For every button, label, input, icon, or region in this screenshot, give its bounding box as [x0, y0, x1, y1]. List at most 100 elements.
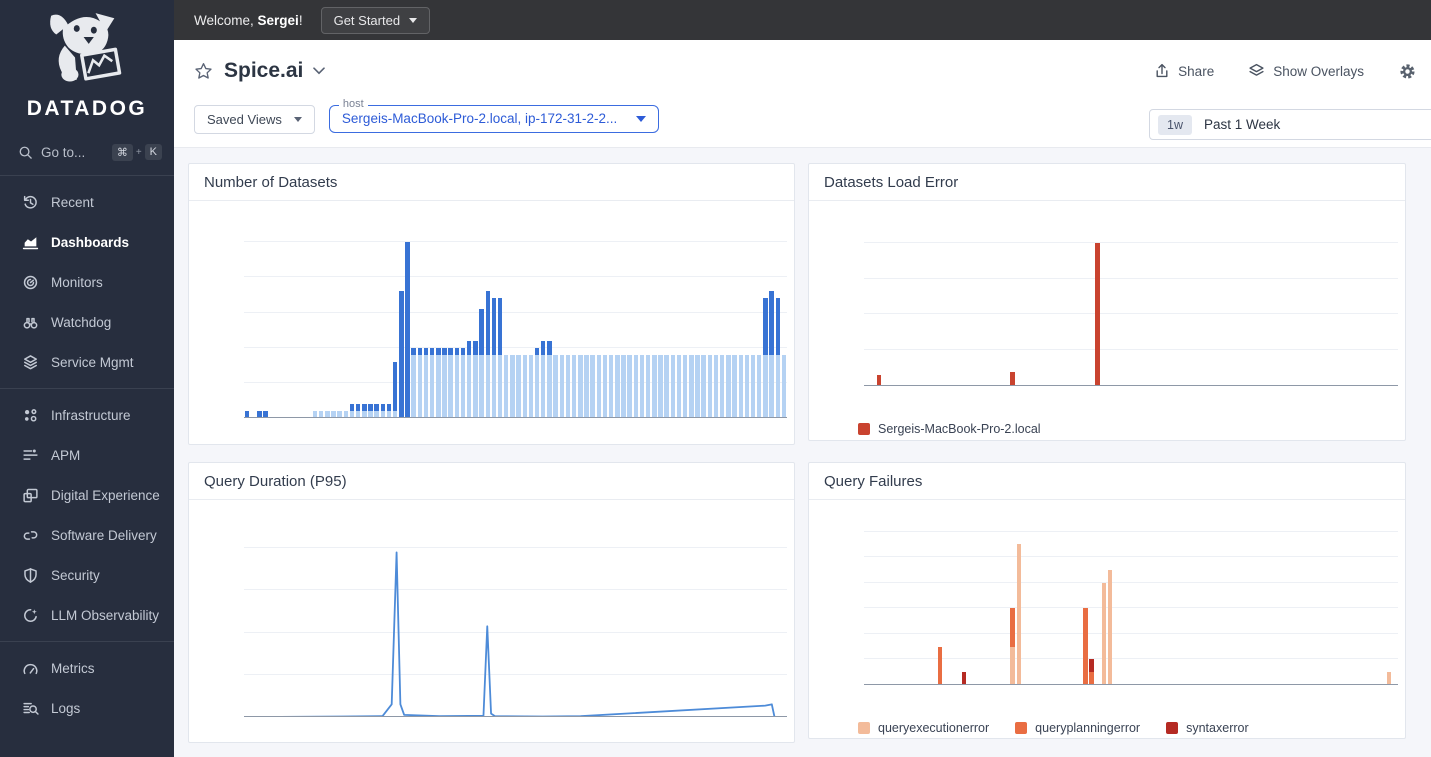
chart-bar[interactable] — [547, 354, 552, 418]
chart-bar[interactable] — [516, 354, 521, 418]
sidebar-item-dashboards[interactable]: Dashboards — [0, 222, 174, 262]
chart-bar[interactable] — [485, 354, 490, 418]
datadog-logo[interactable]: DATADOG — [0, 0, 174, 123]
chart-bar[interactable] — [417, 347, 423, 355]
chart-bar[interactable] — [460, 354, 466, 418]
chart-bar[interactable] — [436, 347, 441, 355]
chart-bar[interactable] — [386, 403, 392, 411]
chart-bar[interactable] — [1010, 608, 1015, 647]
chart-bar[interactable] — [738, 354, 743, 418]
get-started-button[interactable]: Get Started — [320, 6, 431, 34]
chart-bar[interactable] — [411, 347, 416, 355]
chart-bar[interactable] — [454, 347, 460, 355]
chart-bar[interactable] — [1010, 371, 1015, 386]
chart-bar[interactable] — [467, 354, 472, 418]
chart-bar[interactable] — [1010, 646, 1015, 685]
chart-bar[interactable] — [442, 354, 447, 418]
time-range-picker[interactable]: 1w Past 1 Week — [1149, 109, 1431, 140]
chart-bar[interactable] — [448, 354, 453, 418]
chart-bar[interactable] — [769, 291, 774, 355]
chart-bar[interactable] — [547, 340, 552, 355]
chart-bar[interactable] — [349, 403, 355, 411]
chart-bar[interactable] — [763, 298, 768, 355]
chart-bar[interactable] — [701, 354, 706, 418]
chart-bar[interactable] — [411, 354, 416, 418]
show-overlays-button[interactable]: Show Overlays — [1248, 63, 1364, 79]
chart-bar[interactable] — [479, 309, 484, 355]
chart-bar[interactable] — [541, 340, 546, 355]
chart-bar[interactable] — [639, 354, 645, 418]
chart-bar[interactable] — [1089, 659, 1094, 673]
chart-bar[interactable] — [664, 354, 669, 418]
chart-bar[interactable] — [467, 340, 472, 355]
chart-bar[interactable] — [645, 354, 651, 418]
sidebar-item-infrastructure[interactable]: Infrastructure — [0, 395, 174, 435]
chart-bar[interactable] — [621, 354, 626, 418]
chart-body[interactable]: 020406080100Tue 9Thu 11Sat 13Mon 15 Serge… — [858, 207, 1398, 436]
chart-bar[interactable] — [497, 298, 503, 355]
chart-bar[interactable] — [1095, 242, 1100, 386]
title-chevron-down-icon[interactable] — [313, 67, 326, 75]
sidebar-item-metrics[interactable]: Metrics — [0, 648, 174, 688]
chart-bar[interactable] — [775, 354, 780, 418]
chart-bar[interactable] — [405, 242, 410, 418]
chart-bar[interactable] — [528, 354, 534, 418]
chart-bar[interactable] — [491, 298, 497, 355]
chart-bar[interactable] — [689, 354, 694, 418]
chart-bar[interactable] — [627, 354, 632, 418]
sidebar-item-digital-experience[interactable]: Digital Experience — [0, 475, 174, 515]
chart-bar[interactable] — [448, 347, 453, 355]
chart-bar[interactable] — [368, 403, 373, 411]
chart-bar[interactable] — [571, 354, 577, 418]
chart-bar[interactable] — [559, 354, 564, 418]
saved-views-dropdown[interactable]: Saved Views — [194, 104, 315, 134]
chart-bar[interactable] — [633, 354, 639, 418]
chart-bar[interactable] — [596, 354, 602, 418]
chart-bar[interactable] — [504, 354, 509, 418]
share-button[interactable]: Share — [1154, 63, 1214, 79]
chart-bar[interactable] — [744, 354, 750, 418]
chart-bar[interactable] — [608, 354, 614, 418]
chart-bar[interactable] — [670, 354, 676, 418]
chart-bar[interactable] — [454, 354, 460, 418]
chart-body[interactable]: 012345Tue 9Thu 11Sat 13Mon 15Seconds — [244, 506, 787, 717]
chart-bar[interactable] — [442, 347, 447, 355]
chart-bar[interactable] — [590, 354, 595, 418]
chart-bar[interactable] — [429, 354, 435, 418]
chart-bar[interactable] — [423, 354, 429, 418]
chart-bar[interactable] — [534, 354, 540, 418]
chart-bar[interactable] — [497, 354, 503, 418]
sidebar-item-software-delivery[interactable]: Software Delivery — [0, 515, 174, 555]
line-series[interactable] — [244, 506, 787, 717]
sidebar-item-security[interactable]: Security — [0, 555, 174, 595]
chart-bar[interactable] — [541, 354, 546, 418]
chart-bar[interactable] — [1107, 569, 1112, 685]
chart-bar[interactable] — [417, 354, 423, 418]
legend-item[interactable]: syntaxerror — [1166, 721, 1249, 735]
chart-bar[interactable] — [750, 354, 756, 418]
chart-bar[interactable] — [374, 403, 379, 411]
chart-bar[interactable] — [491, 354, 497, 418]
chart-bar[interactable] — [460, 347, 466, 355]
legend-item[interactable]: Sergeis-MacBook-Pro-2.local — [858, 422, 1041, 436]
chart-bar[interactable] — [775, 298, 780, 355]
chart-bar[interactable] — [392, 361, 398, 411]
chart-bar[interactable] — [355, 403, 361, 411]
chart-bar[interactable] — [769, 354, 774, 418]
chart-bar[interactable] — [719, 354, 725, 418]
chart-bar[interactable] — [485, 291, 490, 355]
chart-bar[interactable] — [676, 354, 682, 418]
chart-bar[interactable] — [380, 403, 386, 411]
chart-bar[interactable] — [652, 354, 657, 418]
chart-bar[interactable] — [757, 354, 762, 418]
chart-bar[interactable] — [937, 646, 943, 685]
chart-bar[interactable] — [473, 340, 478, 355]
chart-bar[interactable] — [1083, 608, 1088, 685]
sidebar-item-monitors[interactable]: Monitors — [0, 262, 174, 302]
chart-body[interactable]: 051015202530Tue 9Thu 11Sat 13Mon 15 — [244, 207, 787, 418]
chart-bar[interactable] — [473, 354, 478, 418]
chart-bar[interactable] — [615, 354, 620, 418]
chart-bar[interactable] — [578, 354, 583, 418]
legend-item[interactable]: queryplanningerror — [1015, 721, 1140, 735]
chart-bar[interactable] — [479, 354, 484, 418]
